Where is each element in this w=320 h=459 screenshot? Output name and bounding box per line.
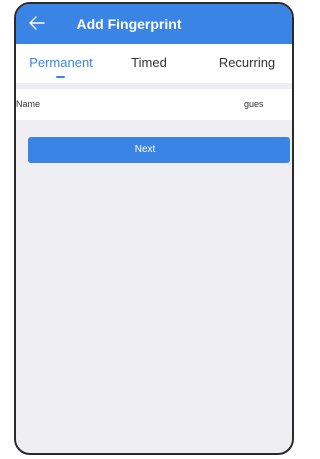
phone-screen: Add Fingerprint Permanent Timed Recurrin… bbox=[14, 2, 294, 455]
tab-recurring[interactable]: Recurring bbox=[212, 44, 282, 83]
tab-bar: Permanent Timed Recurring bbox=[16, 44, 292, 83]
page-title: Add Fingerprint bbox=[76, 16, 182, 32]
app-header: Add Fingerprint bbox=[16, 4, 292, 44]
name-label: Name bbox=[16, 99, 41, 109]
back-button[interactable] bbox=[26, 12, 48, 34]
name-field-row[interactable]: Name gues bbox=[16, 89, 292, 120]
next-button[interactable]: Next bbox=[28, 137, 290, 163]
arrow-left-icon bbox=[29, 16, 45, 30]
active-tab-indicator bbox=[56, 76, 65, 78]
tab-timed[interactable]: Timed bbox=[124, 44, 174, 83]
name-value[interactable]: gues bbox=[244, 89, 264, 120]
